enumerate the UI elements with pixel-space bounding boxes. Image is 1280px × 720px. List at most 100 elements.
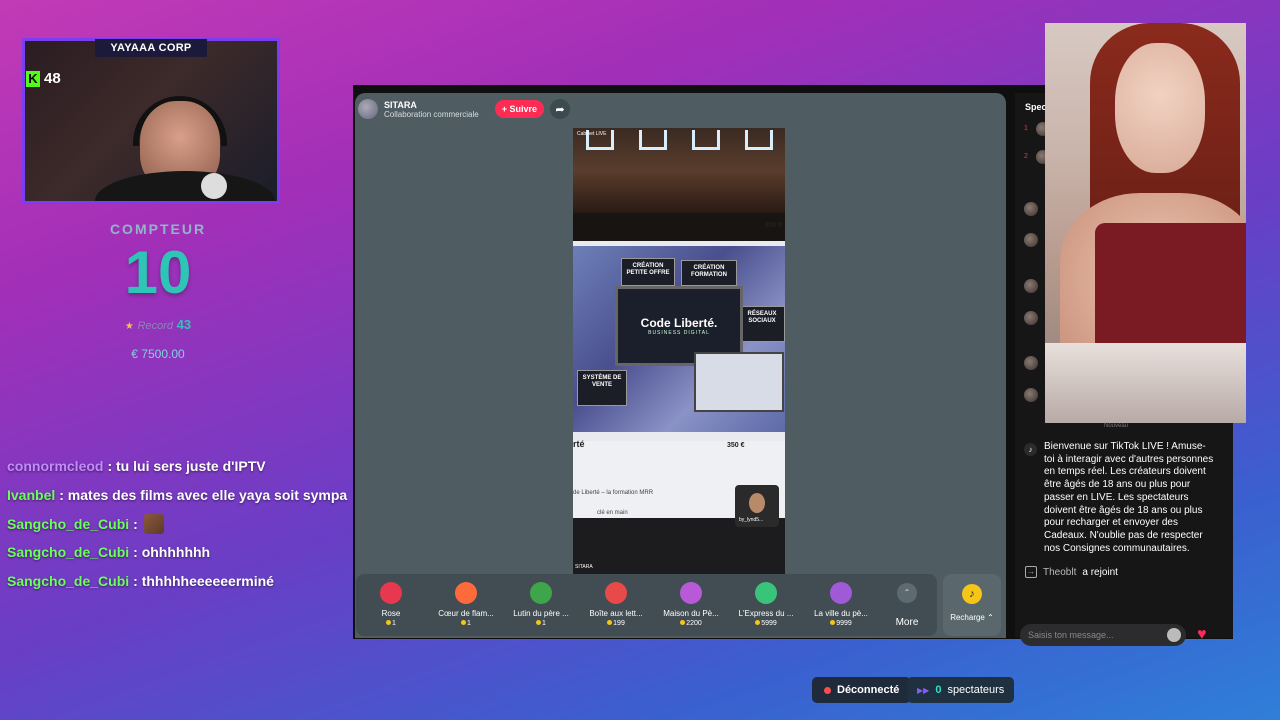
- guest-face: [1115, 43, 1205, 173]
- streamer-body: [95, 171, 275, 201]
- emoji-icon[interactable]: [1167, 628, 1181, 642]
- kick-icon: K: [26, 70, 40, 87]
- chat-username: Ivanbel: [7, 487, 56, 504]
- video-price: 350 €: [727, 442, 745, 449]
- elf-icon: [530, 582, 552, 604]
- share-icon[interactable]: ➦: [550, 99, 570, 119]
- chat-text: : ohhhhhhh: [133, 544, 211, 561]
- guest-webcam: [1045, 23, 1246, 423]
- record: ★ Record 43: [0, 317, 316, 332]
- video-pip-cam[interactable]: by_lynd5...: [735, 485, 779, 527]
- follow-button[interactable]: + Suivre: [494, 100, 544, 118]
- guest-blanket: [1045, 343, 1246, 423]
- gift-price: 1: [356, 620, 426, 627]
- mockup-card: CRÉATION FORMATION: [681, 260, 737, 286]
- viewers-icon: ▶▶: [917, 685, 930, 695]
- commenter-avatar[interactable]: [1024, 233, 1038, 247]
- viewers-tab[interactable]: Spec: [1025, 102, 1047, 112]
- host-info: SITARA Collaboration commerciale: [384, 100, 479, 119]
- gift-item-rose[interactable]: Rose 1: [356, 582, 426, 627]
- rose-icon: [380, 582, 402, 604]
- more-label: More: [895, 617, 919, 628]
- video-footer-label: SITARA: [575, 564, 593, 570]
- gift-item-ville[interactable]: La ville du pè... 9999: [806, 582, 876, 627]
- live-video[interactable]: Cabinet LIVE 350 € CRÉATION PETITE OFFRE…: [573, 128, 785, 574]
- host-bar: SITARA Collaboration commerciale + Suivr…: [358, 99, 570, 119]
- guest-top: [1095, 223, 1246, 363]
- chat-username: Sangcho_de_Cubi: [7, 573, 130, 590]
- chat-message: connormcleod : tu lui sers juste d'IPTV: [7, 452, 352, 481]
- gift-price: 199: [581, 620, 651, 627]
- chat-message: Sangcho_de_Cubi : ohhhhhhh: [7, 538, 352, 567]
- chat-message: Sangcho_de_Cubi : thhhhheeeeeerminé: [7, 567, 352, 596]
- coin-icon: [830, 620, 836, 625]
- chat-message: Ivanbel : mates des films avec elle yaya…: [7, 481, 352, 510]
- mailbox-icon: [605, 582, 627, 604]
- enter-icon: →: [1025, 566, 1037, 578]
- money-total: € 7500.00: [131, 347, 185, 361]
- coin-icon: [461, 620, 467, 625]
- rank-number: 2: [1024, 153, 1028, 160]
- recharge-button[interactable]: ♪ Recharge ⌃: [943, 574, 1001, 636]
- gift-item-coeur[interactable]: Cœur de flam... 1: [431, 582, 501, 627]
- gift-price: 2200: [656, 620, 726, 627]
- coin-icon: [386, 620, 392, 625]
- commenter-avatar[interactable]: [1024, 388, 1038, 402]
- chat-username: Sangcho_de_Cubi: [7, 515, 130, 532]
- chat-text: : tu lui sers juste d'IPTV: [107, 458, 266, 475]
- join-notification: → Theoblt a rejoint: [1025, 566, 1118, 578]
- gift-name: La ville du pè...: [814, 609, 868, 618]
- chat-text: : thhhhheeeeeerminé: [133, 573, 274, 590]
- mockup-card: RÉSEAUX SOCIAUX: [739, 306, 785, 342]
- video-sales-line: de Liberté – la formation MRR: [573, 490, 654, 496]
- chat-username: connormcleod: [7, 458, 104, 475]
- more-gifts-button[interactable]: ⌃ More: [894, 583, 920, 628]
- gift-item-boite[interactable]: Boîte aux lett... 199: [581, 582, 651, 627]
- microphone: [201, 173, 227, 199]
- commenter-avatar[interactable]: [1024, 356, 1038, 370]
- stream-chat: connormcleod : tu lui sers juste d'IPTV …: [7, 452, 352, 595]
- host-name[interactable]: SITARA: [384, 100, 479, 110]
- video-shelf: [573, 213, 785, 241]
- coin-icon: [536, 620, 542, 625]
- host-avatar[interactable]: [358, 99, 378, 119]
- chevron-up-icon: ⌃: [897, 583, 917, 603]
- connection-status[interactable]: Déconnecté: [812, 677, 912, 703]
- video-sales-title: rté: [573, 439, 585, 449]
- record-value: 43: [176, 317, 192, 332]
- train-icon: [755, 582, 777, 604]
- mockup-tablet: [694, 352, 784, 412]
- message-input[interactable]: Saisis ton message...: [1020, 624, 1186, 646]
- mockup-card: SYSTÈME DE VENTE: [577, 370, 627, 406]
- star-icon: ★: [124, 321, 134, 332]
- mockup-card: CRÉATION PETITE OFFRE: [621, 258, 675, 286]
- pip-face: [749, 493, 765, 513]
- coin-icon: [607, 620, 613, 625]
- viewers-label: spectateurs: [947, 684, 1005, 696]
- status-dot-icon: [824, 686, 831, 694]
- recharge-label: Recharge ⌃: [950, 613, 994, 622]
- gift-price: 1: [506, 620, 576, 627]
- gift-item-lutin[interactable]: Lutin du père ... 1: [506, 582, 576, 627]
- gift-item-maison[interactable]: Maison du Pè... 2200: [656, 582, 726, 627]
- heart-icon[interactable]: ♥: [1197, 626, 1215, 644]
- webcam-title: YAYAAA CORP: [95, 39, 207, 57]
- gift-item-express[interactable]: L'Express du ... 5999: [731, 582, 801, 627]
- pip-label: by_lynd5...: [739, 517, 764, 523]
- join-text: a rejoint: [1082, 566, 1118, 578]
- gift-name: Rose: [381, 609, 401, 618]
- chat-message: Sangcho_de_Cubi :: [7, 509, 352, 538]
- mockup-laptop-subtitle: BUSINESS DIGITAL: [648, 330, 710, 336]
- gift-name: L'Express du ...: [738, 609, 794, 618]
- gift-price: 9999: [806, 620, 876, 627]
- gift-price: 1: [431, 620, 501, 627]
- coin-icon: ♪: [962, 584, 982, 604]
- commenter-avatar[interactable]: [1024, 311, 1038, 325]
- join-username: Theoblt: [1043, 566, 1077, 578]
- kick-viewer-badge: K 48: [26, 70, 61, 87]
- commenter-avatar[interactable]: [1024, 279, 1038, 293]
- commenter-avatar[interactable]: [1024, 202, 1038, 216]
- house-icon: [680, 582, 702, 604]
- heart-flame-icon: [455, 582, 477, 604]
- record-label: Record: [137, 320, 173, 332]
